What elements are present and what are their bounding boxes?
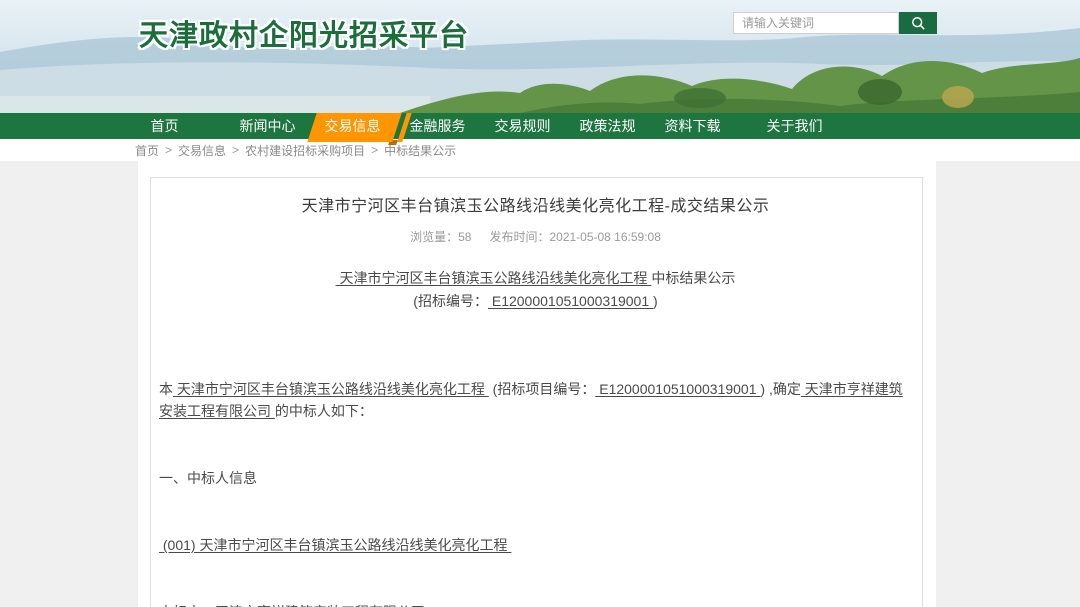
- nav-item-policies[interactable]: 政策法规: [565, 113, 650, 139]
- tender-code-suffix: ): [653, 293, 658, 309]
- nav-item-label: 交易信息: [325, 118, 381, 134]
- views-count: 58: [458, 230, 471, 244]
- nav-item-trade-info[interactable]: 交易信息: [310, 113, 395, 139]
- publish-time-label: 发布时间：: [489, 230, 549, 244]
- section-1-item: (001) 天津市宁河区丰台镇滨玉公路线沿线美化亮化工程: [159, 534, 912, 556]
- winner-line: 中标人：天津市亨祥建筑安装工程有限公司: [159, 601, 912, 607]
- nav-item-about[interactable]: 关于我们: [752, 113, 837, 139]
- main-navigation: 首页 新闻中心 交易信息 金融服务 交易规则 政策法规 资料下载 关于我们: [0, 113, 1080, 139]
- tender-code-prefix: (招标编号：: [413, 293, 488, 309]
- content-wrapper: 天津市宁河区丰台镇滨玉公路线沿线美化亮化工程-成交结果公示 浏览量：58 发布时间…: [138, 161, 936, 607]
- breadcrumb-rural-projects[interactable]: 农村建设招标采购项目: [245, 142, 365, 159]
- article-meta: 浏览量：58 发布时间：2021-05-08 16:59:08: [159, 228, 912, 245]
- publish-time: 2021-05-08 16:59:08: [549, 230, 660, 244]
- search-button[interactable]: [899, 12, 937, 34]
- search-bar: [733, 12, 937, 34]
- breadcrumb-home[interactable]: 首页: [135, 142, 159, 159]
- article-title: 天津市宁河区丰台镇滨玉公路线沿线美化亮化工程-成交结果公示: [159, 192, 912, 216]
- nav-item-news[interactable]: 新闻中心: [225, 113, 310, 139]
- page-body: 天津市宁河区丰台镇滨玉公路线沿线美化亮化工程-成交结果公示 浏览量：58 发布时间…: [0, 161, 1080, 607]
- announcement-body: 本 天津市宁河区丰台镇滨玉公路线沿线美化亮化工程 (招标项目编号： E12000…: [159, 333, 912, 607]
- intro-project-name: 天津市宁河区丰台镇滨玉公路线沿线美化亮化工程: [173, 381, 489, 397]
- breadcrumb-separator: >: [165, 143, 172, 157]
- header-banner: 天津政村企阳光招采平台: [0, 0, 1080, 113]
- site-title: 天津政村企阳光招采平台: [139, 12, 469, 54]
- subtitle-suffix: 中标结果公示: [651, 270, 735, 286]
- section-1-heading: 一、中标人信息: [159, 467, 912, 489]
- breadcrumb: 首页 > 交易信息 > 农村建设招标采购项目 > 中标结果公示: [0, 139, 1080, 161]
- breadcrumb-separator: >: [232, 143, 239, 157]
- tender-code: E1200001051000319001: [488, 293, 653, 309]
- nav-item-finance[interactable]: 金融服务: [395, 113, 480, 139]
- views-label: 浏览量：: [410, 230, 458, 244]
- announcement-card: 天津市宁河区丰台镇滨玉公路线沿线美化亮化工程-成交结果公示 浏览量：58 发布时间…: [150, 177, 923, 607]
- search-icon: [911, 16, 926, 31]
- breadcrumb-trade-info[interactable]: 交易信息: [178, 142, 226, 159]
- nav-item-trade-rules[interactable]: 交易规则: [480, 113, 565, 139]
- nav-item-downloads[interactable]: 资料下载: [650, 113, 735, 139]
- intro-paragraph: 本 天津市宁河区丰台镇滨玉公路线沿线美化亮化工程 (招标项目编号： E12000…: [159, 378, 912, 423]
- winner-name: 天津市亨祥建筑安装工程有限公司: [215, 604, 425, 607]
- announcement-subtitle: 天津市宁河区丰台镇滨玉公路线沿线美化亮化工程 中标结果公示 (招标编号： E120…: [159, 267, 912, 313]
- nav-item-home[interactable]: 首页: [122, 113, 207, 139]
- subtitle-project-name: 天津市宁河区丰台镇滨玉公路线沿线美化亮化工程: [336, 270, 652, 286]
- breadcrumb-separator: >: [371, 143, 378, 157]
- intro-project-code: E1200001051000319001: [595, 381, 760, 397]
- search-input[interactable]: [733, 12, 899, 34]
